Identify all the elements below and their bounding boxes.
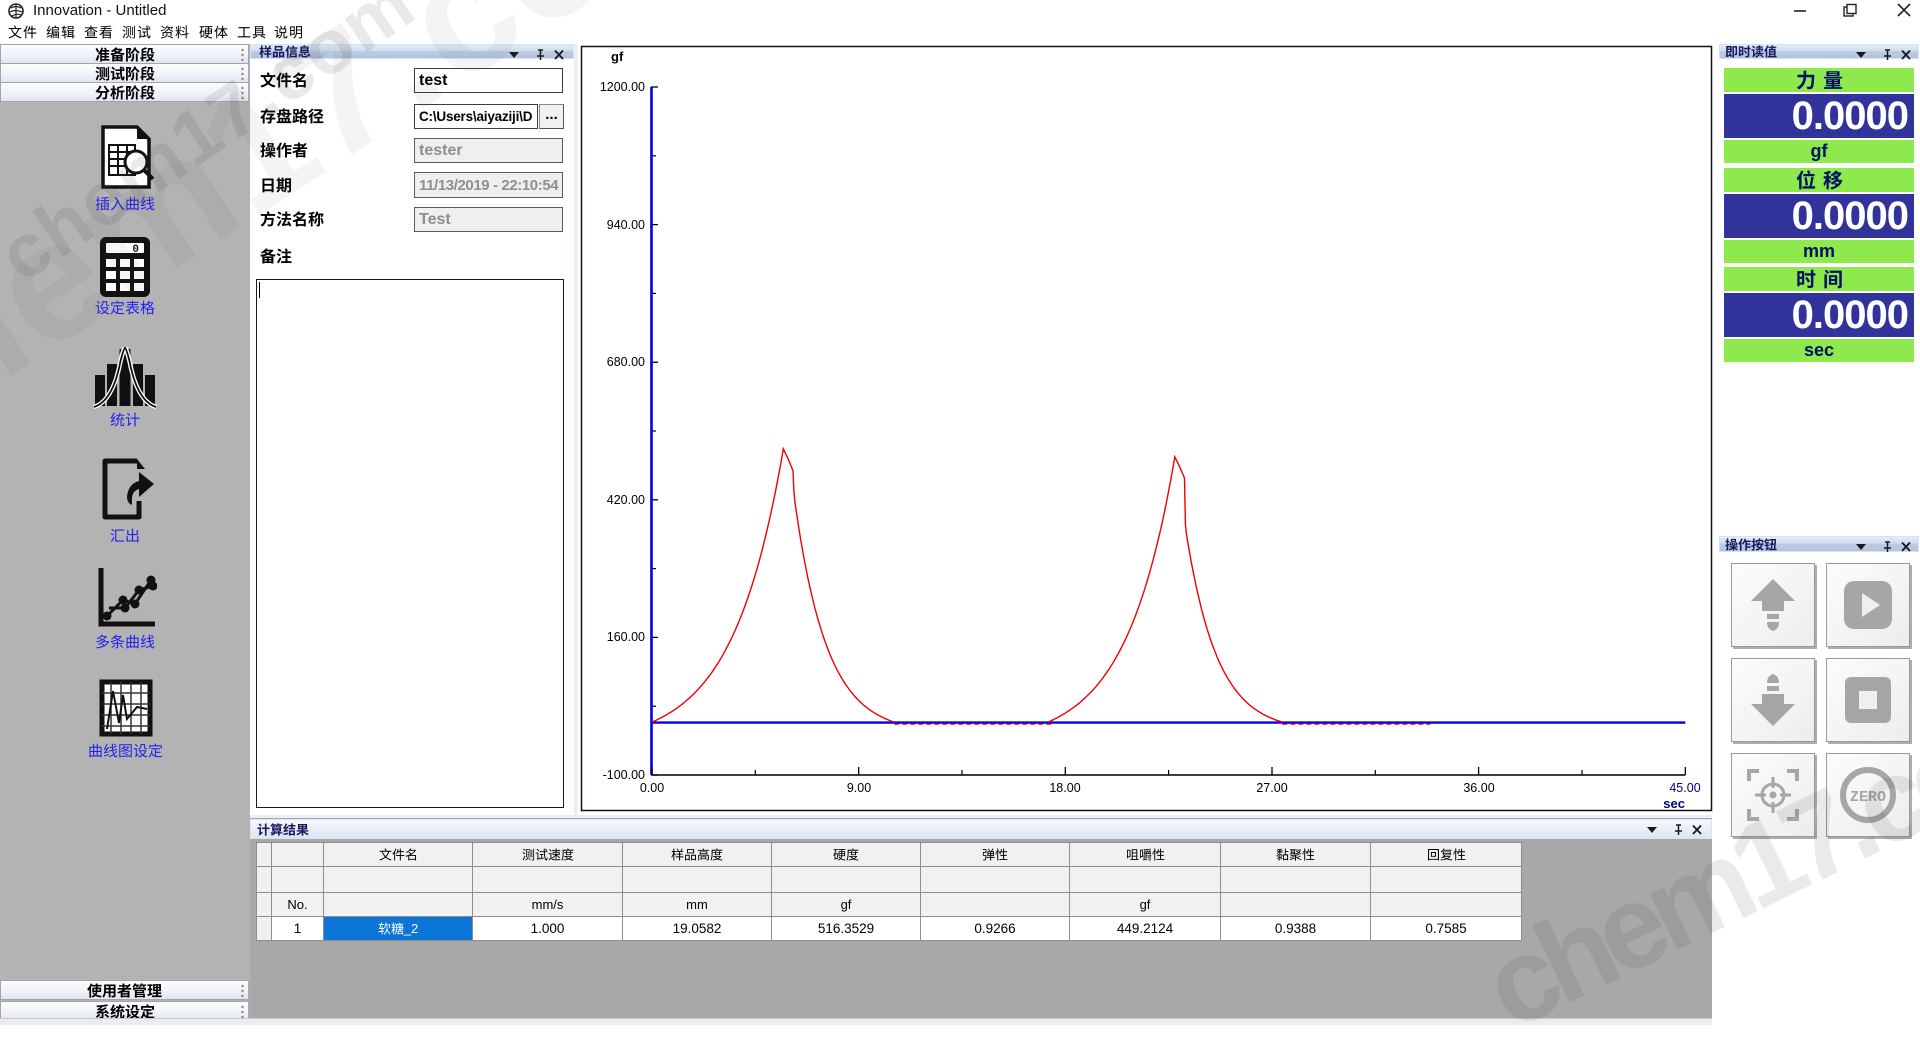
svg-text:1200.00: 1200.00 bbox=[600, 80, 645, 94]
svg-text:940.00: 940.00 bbox=[607, 218, 645, 232]
svg-text:gf: gf bbox=[611, 49, 624, 64]
svg-text:420.00: 420.00 bbox=[607, 493, 645, 507]
svg-text:sec: sec bbox=[1663, 796, 1685, 811]
svg-text:680.00: 680.00 bbox=[607, 355, 645, 369]
svg-text:36.00: 36.00 bbox=[1463, 781, 1494, 795]
svg-text:18.00: 18.00 bbox=[1049, 781, 1080, 795]
svg-text:-100.00: -100.00 bbox=[603, 768, 645, 782]
svg-text:45.00: 45.00 bbox=[1669, 781, 1700, 795]
svg-text:9.00: 9.00 bbox=[847, 781, 871, 795]
svg-text:160.00: 160.00 bbox=[607, 630, 645, 644]
svg-text:0.00: 0.00 bbox=[640, 781, 664, 795]
svg-text:27.00: 27.00 bbox=[1256, 781, 1287, 795]
